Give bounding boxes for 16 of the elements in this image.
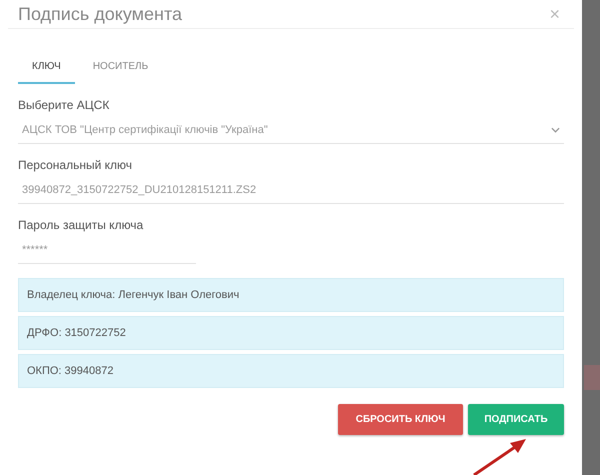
field-label: Персональный ключ [18, 158, 133, 172]
field-label: Пароль защиты ключа [18, 218, 144, 232]
tab[interactable]: НОСИТЕЛЬ [78, 53, 162, 84]
tab[interactable]: КЛЮЧ [18, 53, 75, 84]
field-label: Выберите АЦСК [18, 98, 110, 112]
sign-button[interactable]: ПОДПИСАТЬ [468, 404, 564, 435]
info-row: ДРФО: 3150722752 [18, 316, 564, 350]
password-field[interactable]: ****** [18, 232, 196, 264]
dialog-title: Подпись документа [18, 4, 182, 24]
chevron-down-icon [551, 127, 560, 133]
info-row: ОКПО: 39940872 [18, 354, 564, 388]
close-button[interactable]: × [545, 4, 564, 24]
reset-key-button[interactable]: СБРОСИТЬ КЛЮЧ [338, 404, 463, 435]
select-field[interactable]: АЦСК ТОВ "Центр сертифікації ключів "Україна" [18, 112, 564, 144]
input-field[interactable]: 39940872_3150722752_DU210128151211.ZS2 [18, 172, 564, 204]
info-row: Владелец ключа: Легенчук Іван Олегович [18, 278, 564, 312]
